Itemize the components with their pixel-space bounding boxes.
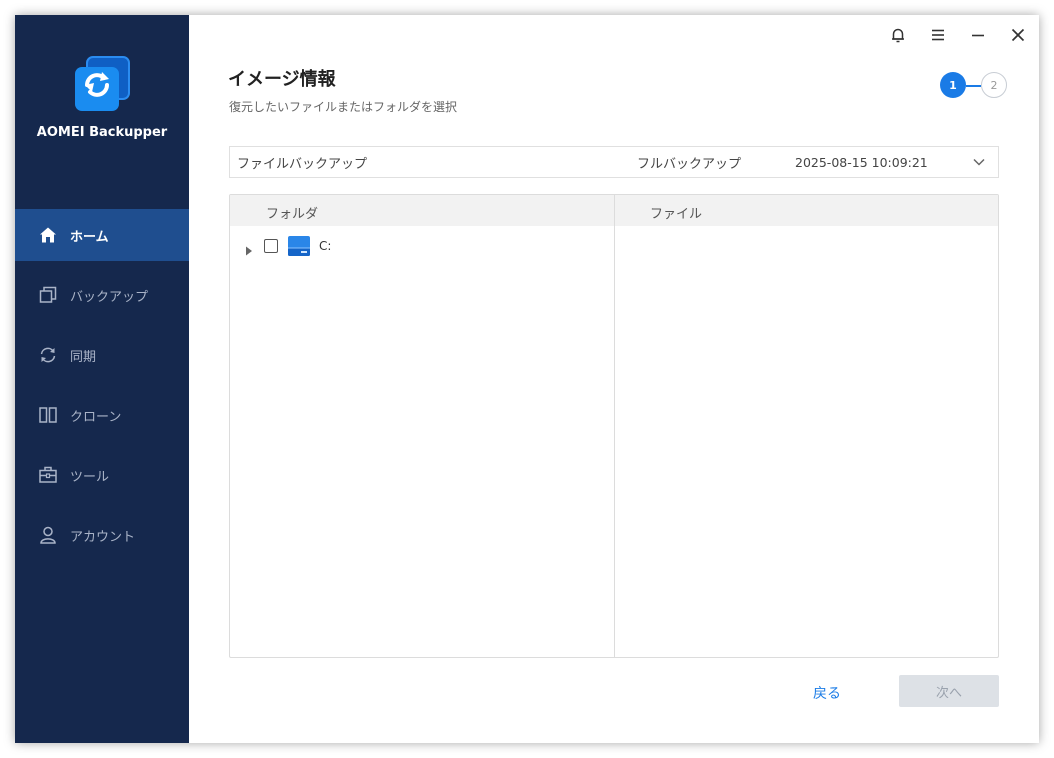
account-icon: [38, 525, 58, 545]
column-divider[interactable]: [614, 195, 615, 657]
sidebar-item-home[interactable]: ホーム: [15, 209, 189, 261]
app-logo-icon: [73, 55, 131, 113]
backup-icon: [38, 285, 58, 305]
sidebar-item-account[interactable]: アカウント: [15, 509, 189, 561]
backup-name: ファイルバックアップ: [237, 156, 368, 172]
next-button[interactable]: 次へ: [899, 675, 999, 707]
tree-item-c-drive[interactable]: C:: [230, 235, 614, 259]
sidebar-item-label: ツール: [70, 469, 110, 485]
backup-type: フルバックアップ: [637, 156, 742, 172]
sidebar: AOMEI Backupper ホーム バックアップ 同期 クローン ツール ア…: [15, 15, 189, 743]
drive-icon: [287, 235, 311, 261]
page-subtitle: 復元したいファイルまたはフォルダを選択: [229, 100, 458, 114]
backup-date: 2025-08-15 10:09:21: [795, 154, 928, 170]
back-button[interactable]: 戻る: [813, 683, 841, 703]
minimize-icon[interactable]: [967, 24, 989, 46]
tree-item-label: C:: [319, 239, 332, 253]
home-icon: [38, 225, 58, 245]
sidebar-item-tools[interactable]: ツール: [15, 449, 189, 501]
chevron-down-icon: [972, 155, 986, 173]
toolbox-icon: [38, 465, 58, 485]
tree-item-checkbox[interactable]: [264, 239, 278, 253]
sidebar-item-label: クローン: [70, 409, 122, 425]
file-browser: フォルダ ファイル C:: [229, 194, 999, 658]
file-column-header: ファイル: [650, 207, 703, 222]
bell-icon[interactable]: [887, 24, 909, 46]
close-icon[interactable]: [1007, 24, 1029, 46]
clone-icon: [38, 405, 58, 425]
app-window: AOMEI Backupper ホーム バックアップ 同期 クローン ツール ア…: [15, 15, 1039, 743]
sidebar-item-sync[interactable]: 同期: [15, 329, 189, 381]
page-title: イメージ情報: [228, 69, 336, 90]
sidebar-item-label: ホーム: [70, 229, 109, 245]
folder-column-header: フォルダ: [266, 207, 319, 222]
app-name: AOMEI Backupper: [36, 125, 168, 140]
step-2-indicator: 2: [981, 72, 1007, 98]
sidebar-item-label: 同期: [70, 349, 97, 365]
step-connector: [966, 85, 981, 87]
sync-icon: [38, 345, 58, 365]
sidebar-item-label: バックアップ: [70, 289, 149, 305]
menu-icon[interactable]: [927, 24, 949, 46]
expand-arrow-icon[interactable]: [245, 241, 253, 260]
sidebar-item-label: アカウント: [70, 529, 136, 545]
step-1-indicator: 1: [940, 72, 966, 98]
backup-version-select[interactable]: ファイルバックアップ フルバックアップ 2025-08-15 10:09:21: [229, 146, 999, 178]
sidebar-item-backup[interactable]: バックアップ: [15, 269, 189, 321]
sidebar-item-clone[interactable]: クローン: [15, 389, 189, 441]
